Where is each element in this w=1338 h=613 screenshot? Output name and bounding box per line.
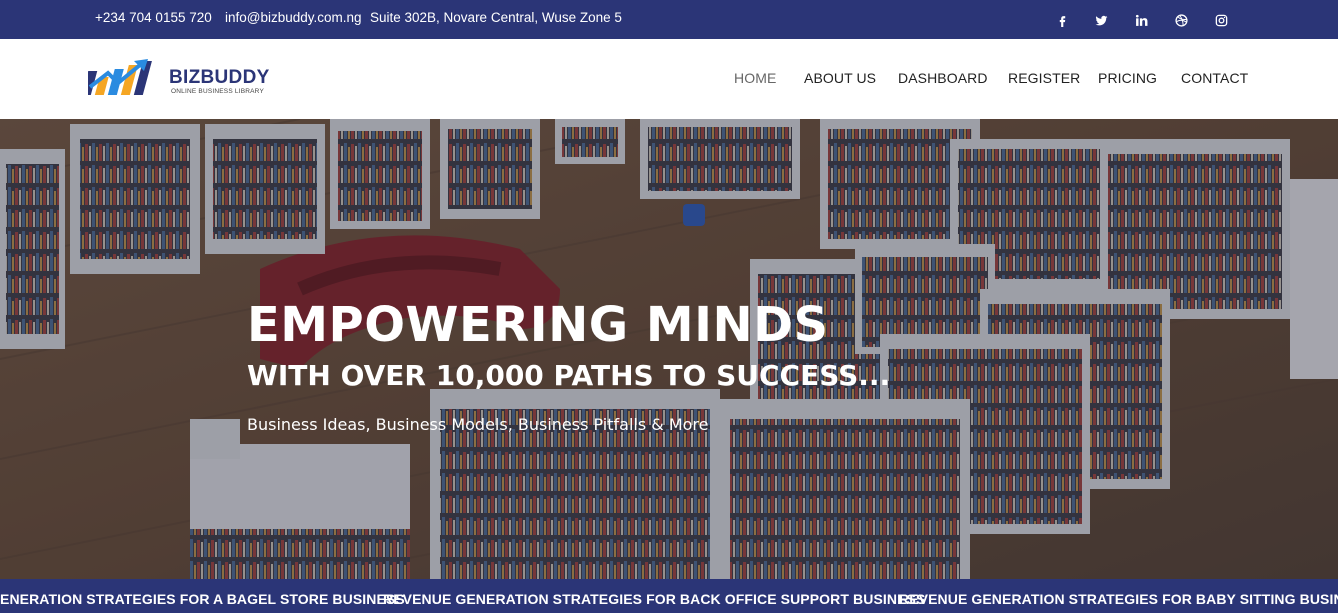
bizbuddy-logo[interactable]: BIZBUDDY ONLINE BUSINESS LIBRARY — [88, 57, 288, 101]
office-address: Suite 302B, Novare Central, Wuse Zone 5 — [370, 10, 622, 25]
dribbble-icon[interactable] — [1172, 11, 1190, 29]
nav-home[interactable]: HOME — [734, 70, 776, 86]
nav-register[interactable]: REGISTER — [1008, 70, 1080, 86]
logo-name: BIZBUDDY — [169, 67, 270, 88]
nav-dashboard[interactable]: DASHBOARD — [898, 70, 988, 86]
nav-about-us[interactable]: ABOUT US — [804, 70, 876, 86]
nav-contact[interactable]: CONTACT — [1181, 70, 1248, 86]
twitter-icon[interactable] — [1092, 11, 1110, 29]
logo-tagline: ONLINE BUSINESS LIBRARY — [171, 88, 264, 95]
email-address[interactable]: info@bizbuddy.com.ng — [225, 10, 362, 25]
hero-subtitle: WITH OVER 10,000 PATHS TO SUCCESS... — [247, 359, 891, 392]
instagram-icon[interactable] — [1212, 11, 1230, 29]
site-header: BIZBUDDY ONLINE BUSINESS LIBRARY HOME AB… — [0, 39, 1338, 119]
top-contact-bar: +234 704 0155 720 info@bizbuddy.com.ng S… — [0, 0, 1338, 39]
nav-pricing[interactable]: PRICING — [1098, 70, 1157, 86]
logo-graph-icon — [88, 59, 152, 95]
hero-title: EMPOWERING MINDS — [247, 297, 829, 353]
ticker-item[interactable]: REVENUE GENERATION STRATEGIES FOR BABY S… — [899, 591, 1338, 607]
ticker-item[interactable]: ENERATION STRATEGIES FOR A BAGEL STORE B… — [0, 591, 405, 607]
hero-banner: EMPOWERING MINDS WITH OVER 10,000 PATHS … — [0, 119, 1338, 579]
phone-number[interactable]: +234 704 0155 720 — [95, 10, 212, 25]
ticker-item[interactable]: REVENUE GENERATION STRATEGIES FOR BACK O… — [383, 591, 925, 607]
linkedin-icon[interactable] — [1132, 11, 1150, 29]
news-ticker: ENERATION STRATEGIES FOR A BAGEL STORE B… — [0, 579, 1338, 613]
hero-tagline: Business Ideas, Business Models, Busines… — [247, 415, 709, 434]
facebook-icon[interactable] — [1053, 11, 1071, 29]
